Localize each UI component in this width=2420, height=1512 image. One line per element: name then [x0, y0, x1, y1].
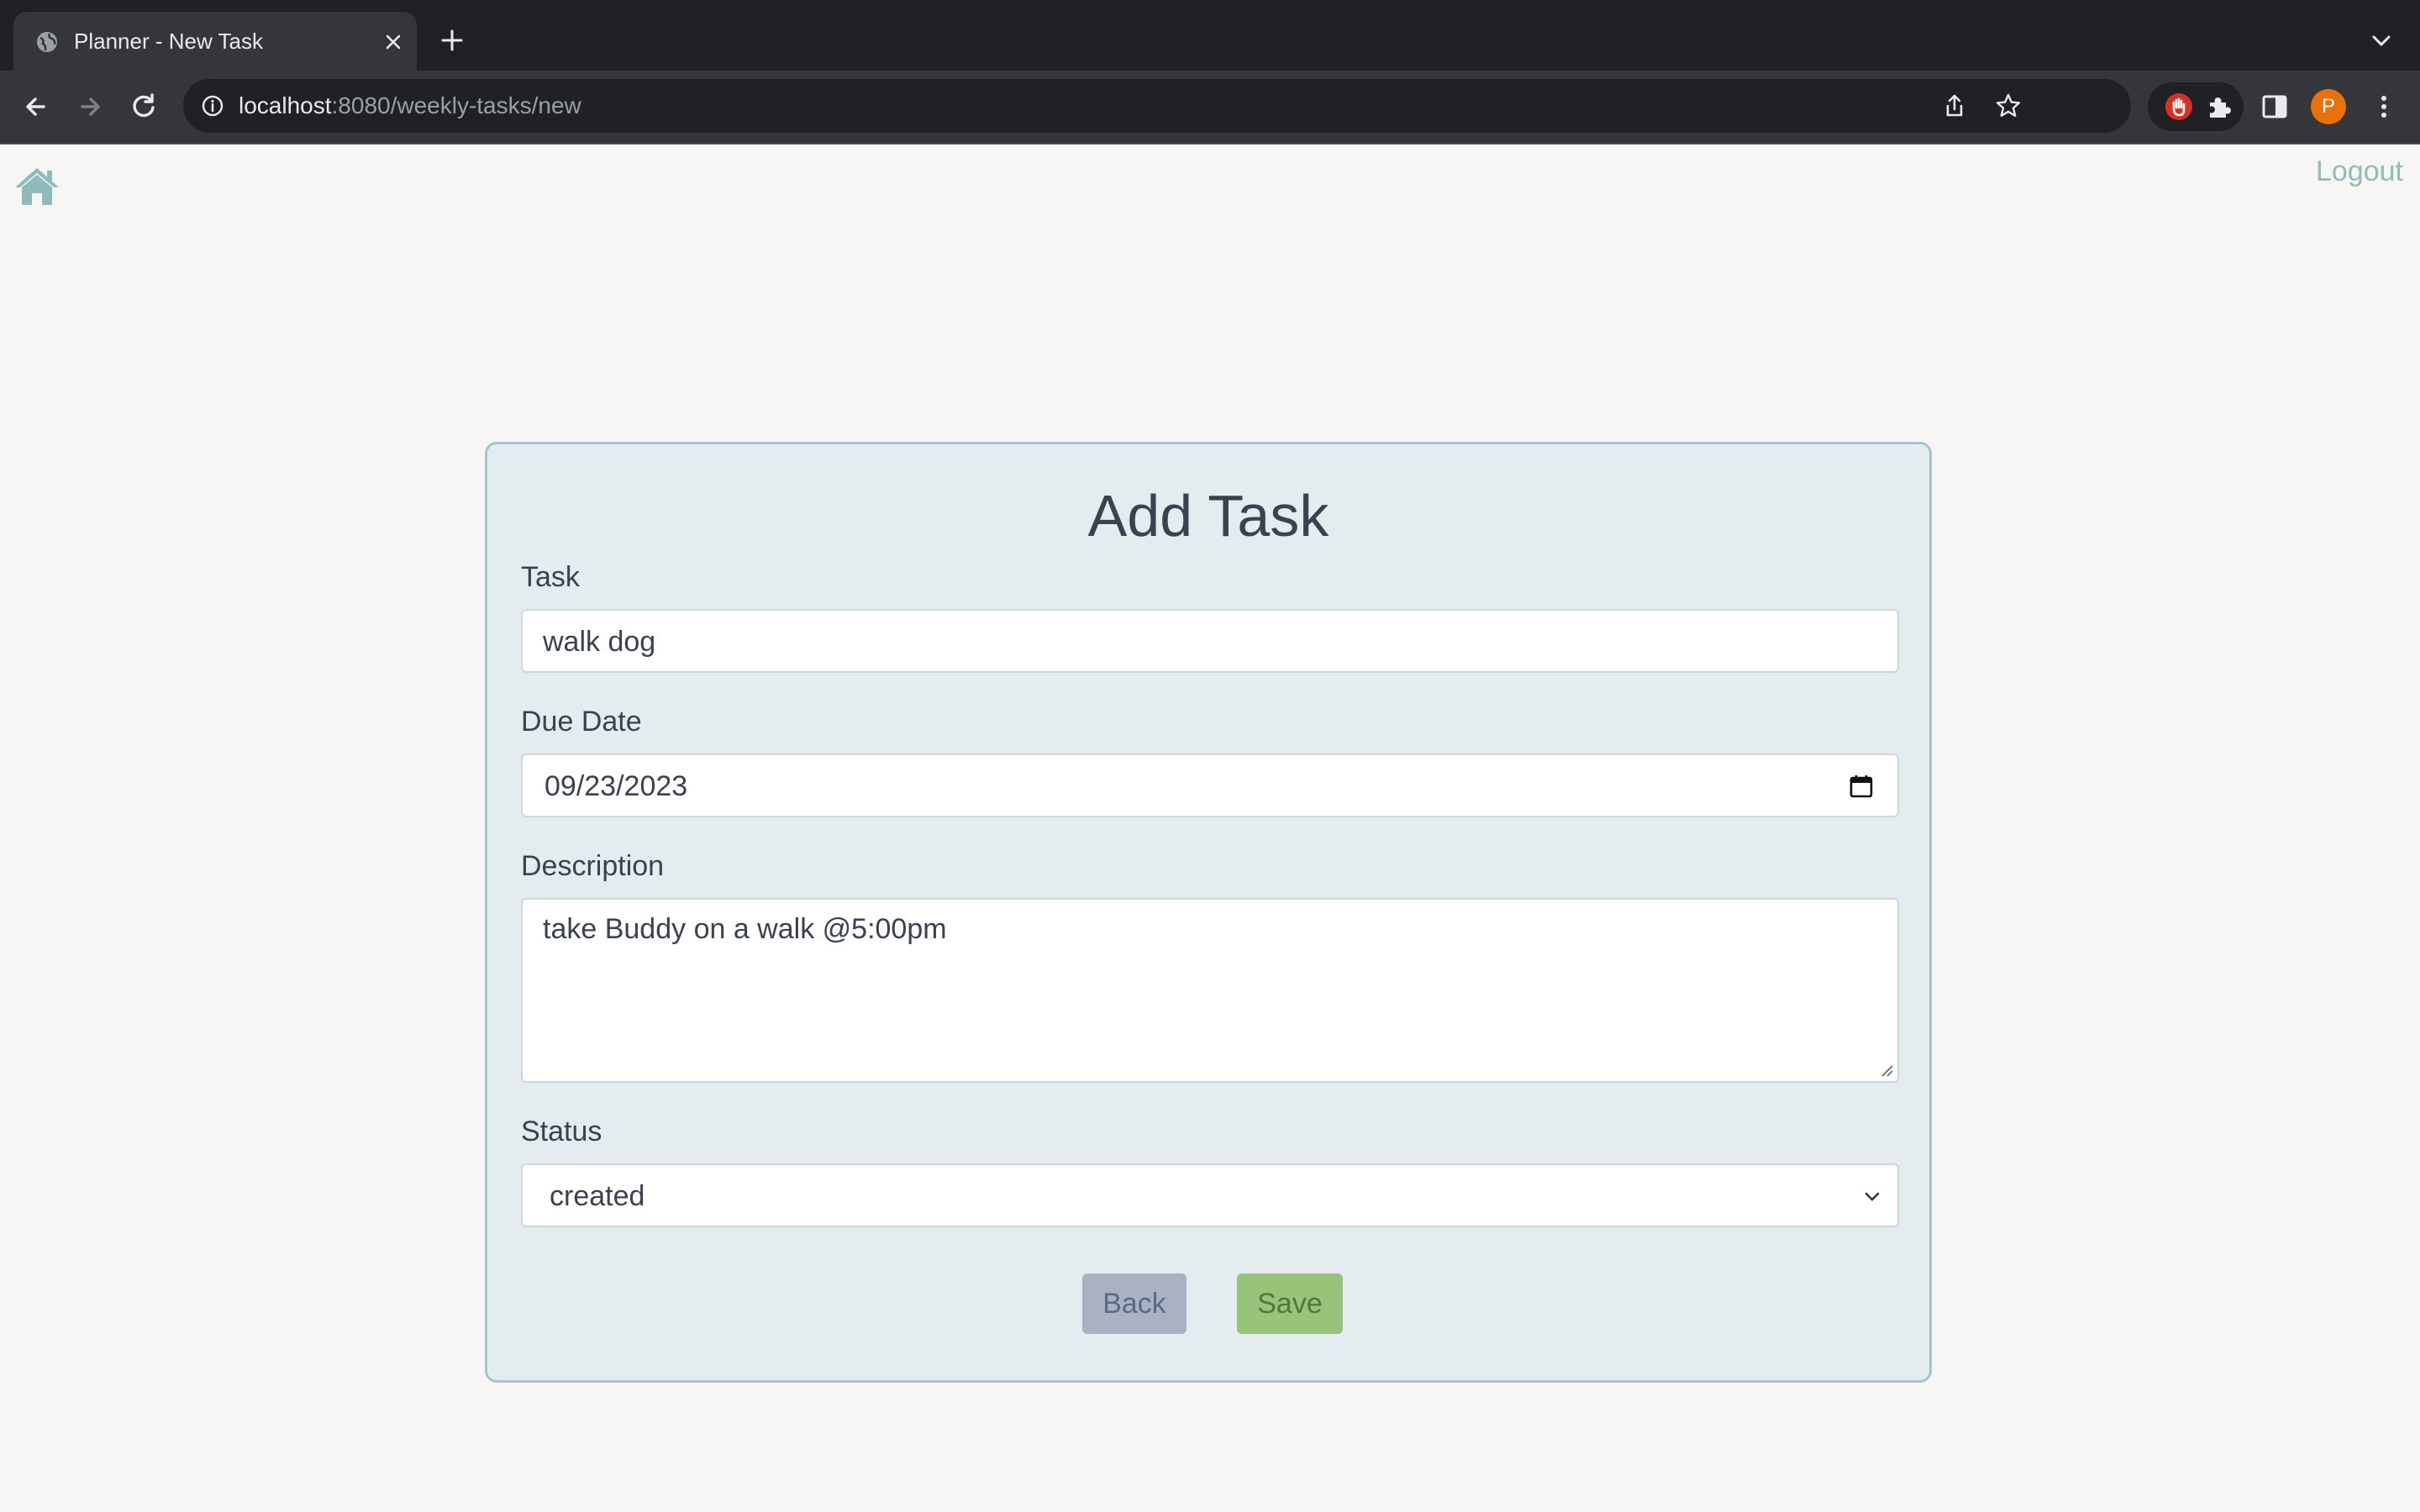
extension-group — [2148, 82, 2244, 131]
back-button[interactable]: Back — [1082, 1273, 1186, 1334]
status-selected-value: created — [550, 1180, 645, 1212]
save-button[interactable]: Save — [1237, 1273, 1343, 1334]
due-date-label: Due Date — [521, 706, 642, 738]
home-icon[interactable] — [13, 165, 60, 207]
browser-tab-strip: Planner - New Task — [0, 0, 2420, 71]
address-bar[interactable]: localhost:8080/weekly-tasks/new — [183, 79, 2131, 133]
globe-icon — [37, 32, 57, 52]
browser-toolbar: localhost:8080/weekly-tasks/new P — [0, 71, 2420, 143]
reload-icon[interactable] — [126, 89, 161, 124]
description-textarea[interactable]: take Buddy on a walk @5:00pm — [521, 898, 1899, 1083]
task-input-value: walk dog — [543, 626, 656, 658]
arrow-left-icon[interactable] — [18, 89, 54, 124]
tab-title: Planner - New Task — [74, 29, 263, 54]
puzzle-icon[interactable] — [2205, 92, 2233, 121]
url-host: localhost — [239, 92, 332, 118]
page-title: Add Task — [1087, 483, 1329, 549]
avatar[interactable]: P — [2311, 89, 2346, 124]
status-select[interactable]: created — [521, 1163, 1899, 1227]
chevron-down-icon — [1865, 1192, 1880, 1201]
description-label: Description — [521, 850, 665, 882]
url-path: :8080/weekly-tasks/new — [331, 92, 581, 118]
toolbar-divider — [0, 143, 2420, 144]
task-label: Task — [521, 561, 580, 593]
plus-icon[interactable] — [439, 27, 466, 54]
due-date-value: 09/23/2023 — [544, 770, 688, 802]
task-input[interactable]: walk dog — [521, 609, 1899, 673]
url-text[interactable]: localhost:8080/weekly-tasks/new — [239, 91, 581, 121]
description-value: take Buddy on a walk @5:00pm — [543, 913, 947, 945]
browser-tab[interactable]: Planner - New Task — [13, 12, 417, 71]
add-task-card: Add Task Task walk dog Due Date 09/23/20… — [485, 442, 1932, 1383]
due-date-input[interactable]: 09/23/2023 — [521, 753, 1899, 817]
share-icon[interactable] — [1941, 92, 1968, 119]
logout-link[interactable]: Logout — [2316, 153, 2403, 190]
calendar-icon[interactable] — [1849, 774, 1874, 799]
chevron-down-icon[interactable] — [2368, 30, 2395, 50]
side-panel-icon[interactable] — [2260, 92, 2289, 121]
info-icon[interactable] — [200, 93, 225, 118]
hand-stop-icon[interactable] — [2165, 92, 2193, 121]
close-icon[interactable] — [380, 29, 407, 55]
arrow-right-icon[interactable] — [72, 89, 108, 124]
status-label: Status — [521, 1116, 602, 1147]
kebab-menu-icon[interactable] — [2370, 92, 2398, 121]
star-icon[interactable] — [1995, 92, 2022, 119]
resize-grip-icon[interactable] — [1879, 1063, 1894, 1078]
